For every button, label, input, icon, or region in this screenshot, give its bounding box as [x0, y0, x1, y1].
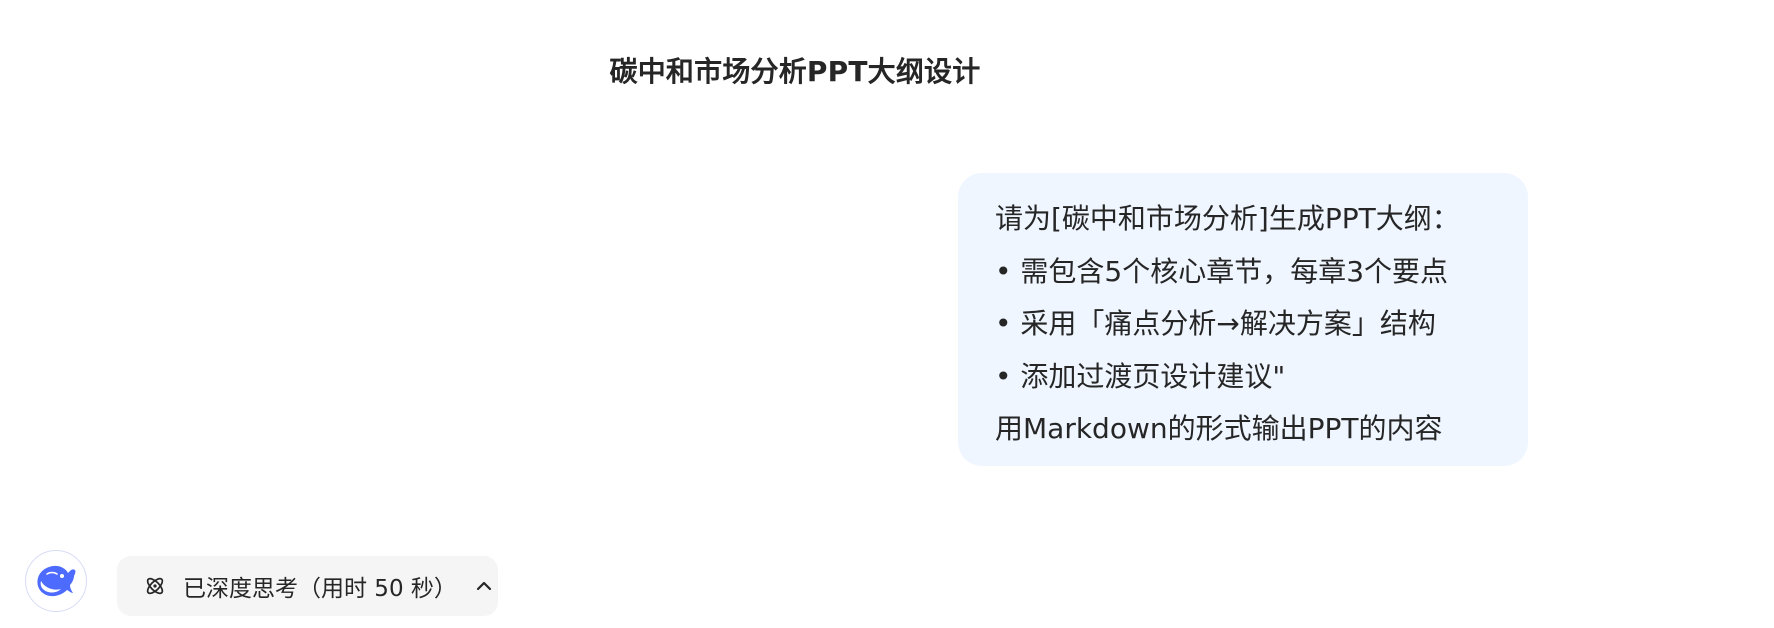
user-message-line: • 采用「痛点分析→解决方案」结构 [995, 307, 1436, 340]
user-message-line: • 需包含5个核心章节，每章3个要点 [995, 254, 1449, 288]
chat-page: 碳中和市场分析PPT大纲设计 请为[碳中和市场分析]生成PPT大纲： • 需包含… [0, 0, 1774, 628]
atom-icon [143, 574, 167, 598]
deep-thinking-label: 已深度思考（用时 50 秒） [183, 576, 457, 602]
user-message-line: 请为[碳中和市场分析]生成PPT大纲： [995, 202, 1460, 235]
chevron-up-icon [473, 575, 495, 597]
user-message-line: • 添加过渡页设计建议" [995, 359, 1286, 393]
user-message-bubble: 请为[碳中和市场分析]生成PPT大纲： • 需包含5个核心章节，每章3个要点 •… [958, 173, 1528, 466]
assistant-avatar [25, 550, 87, 612]
whale-logo-icon [37, 565, 76, 597]
user-message-line: 用Markdown的形式输出PPT的内容 [995, 412, 1443, 445]
deep-thinking-toggle[interactable]: 已深度思考（用时 50 秒） [117, 556, 498, 616]
conversation-title[interactable]: 碳中和市场分析PPT大纲设计 [0, 52, 1590, 92]
